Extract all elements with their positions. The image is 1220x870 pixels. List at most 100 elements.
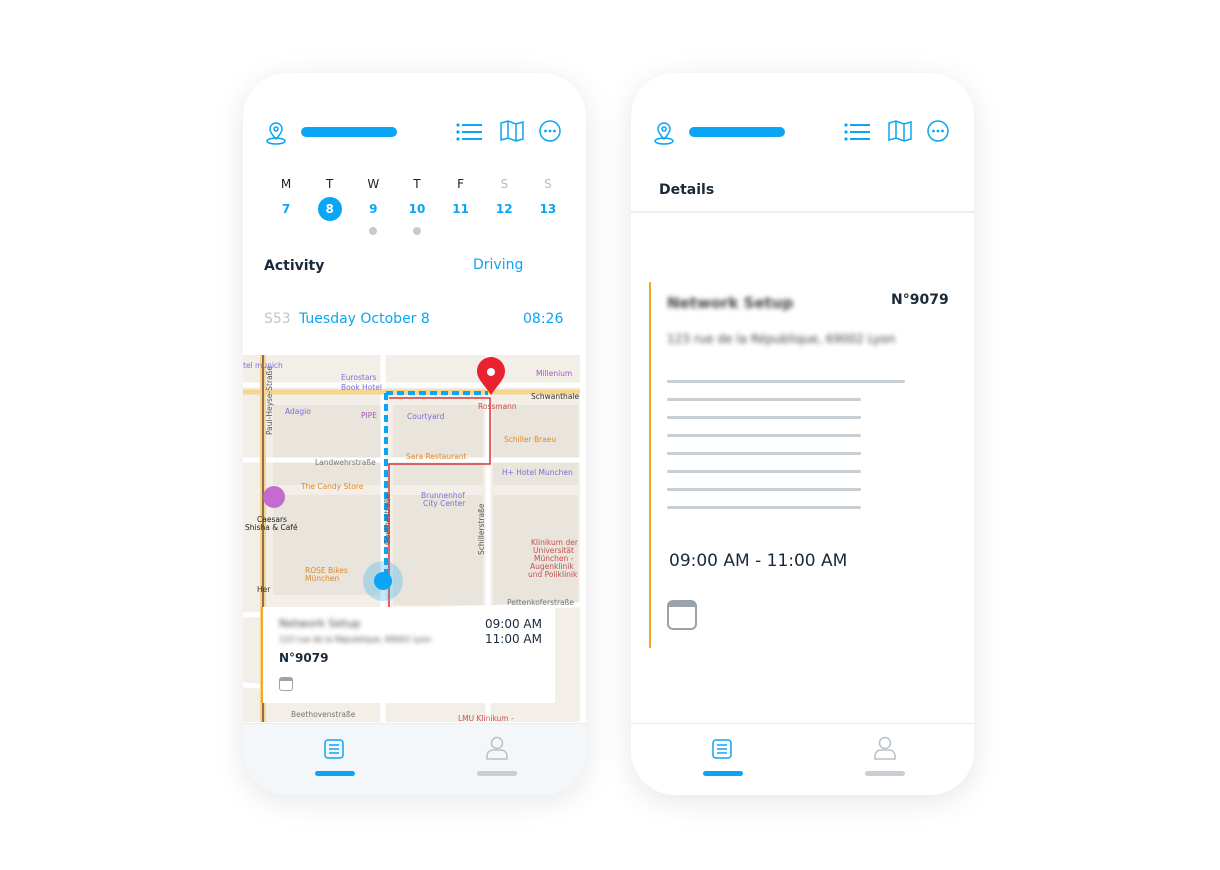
text-placeholder-line xyxy=(667,416,861,419)
calendar-icon[interactable] xyxy=(279,677,293,691)
event-address: 123 rue de la République, 69002 Lyon xyxy=(279,635,432,644)
map-label: Pettenkoferstraße xyxy=(507,598,574,607)
calendar-day[interactable]: T 10 xyxy=(402,177,432,235)
user-icon[interactable] xyxy=(874,736,896,760)
day-letter: F xyxy=(457,177,465,191)
day-number[interactable]: 9 xyxy=(361,197,385,221)
event-title: Network Setup xyxy=(667,294,794,312)
map-label: Beethovenstraße xyxy=(291,710,356,719)
map-label: Rossmann xyxy=(478,402,517,411)
event-detail: Network Setup N°9079 123 rue de la Répub… xyxy=(649,282,959,648)
map-icon[interactable] xyxy=(888,120,912,142)
bar-poi-icon xyxy=(263,486,285,508)
calendar-day[interactable]: M7 xyxy=(271,177,301,235)
map-label: LMU Klinikum - xyxy=(458,714,514,722)
map-label: Book Hotel xyxy=(341,383,382,392)
tab-indicator xyxy=(865,771,905,776)
map-label: Schiller Braeu xyxy=(504,435,557,444)
bottom-nav xyxy=(243,723,586,795)
day-letter: S xyxy=(500,177,509,191)
text-placeholder-line xyxy=(667,452,861,455)
details-title: Details xyxy=(659,182,715,198)
header xyxy=(631,73,974,173)
list-icon[interactable] xyxy=(844,123,870,141)
list-icon[interactable] xyxy=(712,739,732,759)
day-letter: M xyxy=(280,177,292,191)
event-start: 09:00 AM xyxy=(485,617,542,631)
event-time-range: 09:00 AM - 11:00 AM xyxy=(669,551,848,571)
event-address: 123 rue de la République, 69002 Lyon xyxy=(667,332,896,346)
day-number[interactable]: 10 xyxy=(405,197,429,221)
calendar-day[interactable]: T8 xyxy=(315,177,345,235)
event-number: N°9079 xyxy=(279,651,329,665)
calendar-day[interactable]: F 11 xyxy=(446,177,476,235)
active-tab-indicator xyxy=(703,771,743,776)
calendar-icon[interactable] xyxy=(667,600,697,630)
location-pin-icon[interactable] xyxy=(653,121,675,145)
title-placeholder-bar xyxy=(301,127,397,137)
location-pin-icon[interactable] xyxy=(265,121,287,145)
header xyxy=(243,73,586,173)
map-label: tel munich xyxy=(243,361,283,370)
map-label: Schillerstraße xyxy=(477,503,486,555)
week-calendar: M 7 T 8 W 9 T 10 F 11 S 12 S 13 xyxy=(271,177,563,235)
phone-details-screen: Details Network Setup N°9079 123 rue de … xyxy=(631,73,974,795)
text-placeholder-line xyxy=(667,380,905,383)
event-card[interactable]: Network Setup 123 rue de la République, … xyxy=(261,607,555,703)
activity-label: Activity xyxy=(264,258,325,274)
map-label: und Poliklinik xyxy=(528,570,578,579)
text-placeholder-line xyxy=(667,488,861,491)
calendar-day[interactable]: S 13 xyxy=(533,177,563,235)
map-label: Courtyard xyxy=(407,412,445,421)
map-label: Goethestraße xyxy=(383,493,392,545)
text-placeholder-line xyxy=(667,398,861,401)
map-label: Millenium xyxy=(536,369,573,378)
more-icon[interactable] xyxy=(926,119,950,143)
more-icon[interactable] xyxy=(538,119,562,143)
map-label: City Center xyxy=(423,499,466,508)
map-icon[interactable] xyxy=(500,120,524,142)
week-number: S53 xyxy=(264,311,291,327)
selected-date: Tuesday October 8 xyxy=(299,311,430,327)
calendar-day[interactable]: W9 xyxy=(358,177,388,235)
activity-time: 08:26 xyxy=(523,311,564,327)
day-number[interactable]: 13 xyxy=(536,197,560,221)
text-placeholder-line xyxy=(667,506,861,509)
day-number[interactable]: 12 xyxy=(492,197,516,221)
active-tab-indicator xyxy=(315,771,355,776)
map-label: Schwanthale xyxy=(531,392,580,401)
day-letter: W xyxy=(367,177,380,191)
list-icon[interactable] xyxy=(324,739,344,759)
list-icon[interactable] xyxy=(456,123,482,141)
event-dot xyxy=(412,227,421,235)
bottom-nav xyxy=(631,723,974,795)
divider xyxy=(631,211,974,213)
map-label: H+ Hotel Munchen xyxy=(502,468,573,477)
day-number[interactable]: 7 xyxy=(274,197,298,221)
day-letter: T xyxy=(325,177,334,191)
calendar-day[interactable]: S 12 xyxy=(489,177,519,235)
event-title: Network Setup xyxy=(279,617,361,630)
day-number[interactable]: 11 xyxy=(449,197,473,221)
event-dot xyxy=(369,227,378,235)
map-label: Shisha & Café xyxy=(245,523,298,532)
user-icon[interactable] xyxy=(486,736,508,760)
day-letter: S xyxy=(544,177,552,191)
event-number: N°9079 xyxy=(891,292,949,308)
event-end: 11:00 AM xyxy=(485,632,542,646)
day-letter: T xyxy=(413,177,421,191)
map-label: München xyxy=(305,574,340,583)
text-placeholder-line xyxy=(667,470,861,473)
text-placeholder-line xyxy=(667,434,861,437)
map-label: The Candy Store xyxy=(301,482,364,491)
title-placeholder-bar xyxy=(689,127,785,137)
map-label: Landwehrstraße xyxy=(315,458,376,467)
tab-indicator xyxy=(477,771,517,776)
driving-status[interactable]: Driving xyxy=(473,257,523,273)
map-label: Sara Restaurant xyxy=(406,452,467,461)
map-label: PIPE xyxy=(361,411,377,420)
map-label: Paul-Heyse-Straße xyxy=(265,366,274,435)
map-label: Eurostars xyxy=(341,373,377,382)
map-label: Adagio xyxy=(285,407,311,416)
day-number[interactable]: 8 xyxy=(317,197,342,221)
